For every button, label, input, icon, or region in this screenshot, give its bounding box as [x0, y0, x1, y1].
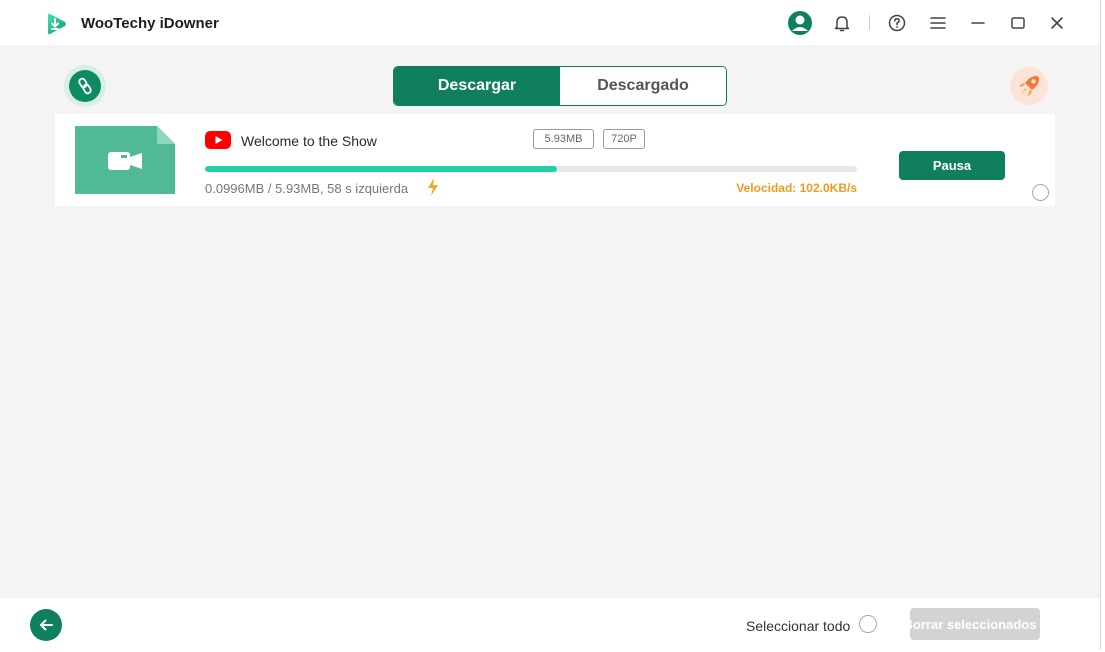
back-button[interactable]	[30, 609, 62, 641]
footer-bar: Seleccionar todo Borrar seleccionados	[0, 598, 1100, 650]
titlebar-divider	[869, 15, 870, 30]
bell-icon[interactable]	[829, 10, 855, 36]
download-item: Welcome to the Show 5.93MB 720P 0.0996MB…	[55, 114, 1055, 206]
arrow-left-icon	[40, 619, 53, 631]
size-badge: 5.93MB	[533, 129, 594, 149]
paste-link-button[interactable]	[64, 65, 106, 107]
tab-descargado[interactable]: Descargado	[560, 67, 726, 105]
menu-icon[interactable]	[925, 10, 951, 36]
close-icon[interactable]	[1044, 10, 1070, 36]
link-icon	[69, 70, 101, 102]
help-icon[interactable]	[884, 10, 910, 36]
resolution-badge: 720P	[603, 129, 645, 149]
youtube-icon	[205, 131, 231, 149]
delete-selected-label: Borrar seleccionados	[910, 616, 1037, 632]
progress-text: 0.0996MB / 5.93MB, 58 s izquierda	[205, 181, 409, 196]
tab-descargar[interactable]: Descargar	[394, 67, 560, 105]
maximize-icon[interactable]	[1005, 10, 1031, 36]
video-title: Welcome to the Show	[241, 133, 377, 149]
app-title: WooTechy iDowner	[81, 15, 219, 32]
rocket-icon	[1019, 76, 1039, 96]
video-file-icon	[75, 126, 175, 194]
download-speed: Velocidad: 102.0KB/s	[736, 181, 857, 195]
pause-button[interactable]: Pausa	[899, 151, 1005, 180]
account-icon[interactable]	[787, 10, 813, 36]
download-tabs: Descargar Descargado	[393, 66, 727, 106]
download-progress-bar	[205, 166, 857, 172]
title-bar: WooTechy iDowner	[0, 0, 1100, 45]
app-logo-icon	[44, 12, 68, 36]
app-window: WooTechy iDowner Descargar Descargado We…	[0, 0, 1101, 650]
delete-selected-button[interactable]: Borrar seleccionados	[910, 608, 1040, 640]
boost-button[interactable]	[1010, 67, 1048, 105]
item-select-radio[interactable]	[1032, 184, 1049, 201]
minimize-icon[interactable]	[965, 10, 991, 36]
bolt-icon	[426, 177, 440, 197]
select-all-label: Seleccionar todo	[746, 618, 851, 634]
download-progress-fill	[205, 166, 558, 172]
select-all-radio[interactable]	[859, 615, 877, 633]
